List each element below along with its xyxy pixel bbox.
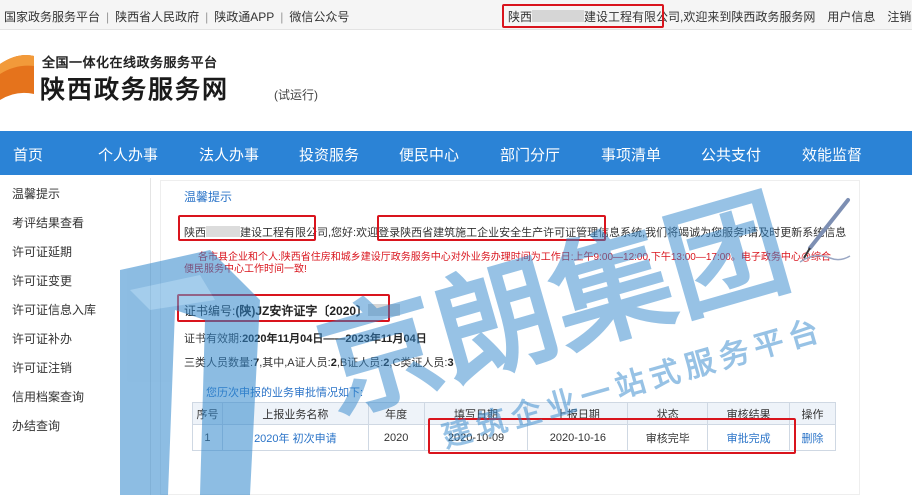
highlight-box-certificate: [177, 294, 390, 322]
nav-departments[interactable]: 部门分厅: [500, 144, 560, 165]
nav-payment[interactable]: 公共支付: [701, 144, 761, 165]
sidebar-item-evaluation[interactable]: 考评结果查看: [12, 214, 84, 231]
sidebar-item-extension[interactable]: 许可证延期: [12, 243, 72, 260]
nav-personal[interactable]: 个人办事: [98, 144, 158, 165]
col-header-action: 操作: [789, 402, 836, 425]
staff-count: 三类人员数量:7,其中,A证人员:2,B证人员:2,C类证人员:3: [184, 357, 454, 369]
separator: |: [280, 10, 284, 24]
top-links: 国家政务服务平台 | 陕西省人民政府 | 陕政通APP | 微信公众号: [4, 8, 349, 25]
user-info-link[interactable]: 用户信息: [827, 10, 875, 24]
nav-item-list[interactable]: 事项清单: [601, 144, 661, 165]
certificate-validity: 证书有效期:2020年11月04日——2023年11月04日: [184, 333, 427, 345]
sidebar-item-credit[interactable]: 信用档案查询: [12, 388, 84, 405]
sidebar-item-storage[interactable]: 许可证信息入库: [12, 301, 96, 318]
delete-link[interactable]: 删除: [789, 424, 836, 451]
main-nav: 首页 个人办事 法人办事 投资服务 便民中心 部门分厅 事项清单 公共支付 效能…: [0, 131, 912, 175]
sidebar-item-completed[interactable]: 办结查询: [12, 417, 60, 434]
content-title: 温馨提示: [184, 190, 233, 204]
site-title[interactable]: 陕西政务服务网: [40, 70, 229, 106]
pen-decoration-icon: [799, 198, 851, 263]
trial-label: (试运行): [274, 88, 318, 102]
highlight-box-company: [178, 215, 316, 241]
col-header-index: 序号: [192, 402, 223, 425]
nav-supervision[interactable]: 效能监督: [802, 144, 862, 165]
cell-year: 2020: [367, 424, 425, 451]
cell-business-link[interactable]: 2020年 初次申请: [221, 424, 369, 451]
highlight-box-dates: [428, 418, 796, 454]
col-header-business: 上报业务名称: [221, 402, 369, 425]
top-link-app[interactable]: 陕政通APP: [214, 10, 274, 24]
top-link-national-platform[interactable]: 国家政务服务平台: [4, 10, 100, 24]
top-link-provincial-government[interactable]: 陕西省人民政府: [115, 10, 199, 24]
highlight-box-top-company: [502, 4, 664, 28]
sidebar-item-change[interactable]: 许可证变更: [12, 272, 72, 289]
highlight-box-system: [377, 215, 606, 241]
top-bar: 国家政务服务平台 | 陕西省人民政府 | 陕政通APP | 微信公众号 陕西 建设工程有限公司…: [0, 0, 912, 30]
sidebar: 温馨提示 考评结果查看 许可证延期 许可证变更 许可证信息入库 许可证补办 许可…: [0, 175, 150, 495]
separator: |: [106, 10, 110, 24]
col-header-year: 年度: [367, 402, 425, 425]
sidebar-item-reissue[interactable]: 许可证补办: [12, 330, 72, 347]
nav-legal-entity[interactable]: 法人办事: [199, 144, 259, 165]
platform-subtitle: 全国一体化在线政务服务平台: [42, 55, 218, 70]
notice-text-line2: 便民服务中心工作时间一致!: [184, 264, 307, 275]
nav-home[interactable]: 首页: [13, 144, 43, 165]
top-link-wechat[interactable]: 微信公众号: [289, 10, 349, 24]
separator: |: [205, 10, 209, 24]
sidebar-item-notice[interactable]: 温馨提示: [12, 185, 60, 202]
welcome-text: 欢迎来到陕西政务服务网: [683, 10, 816, 24]
sidebar-item-cancel[interactable]: 许可证注销: [12, 359, 72, 376]
logout-link[interactable]: 注销: [887, 10, 911, 24]
nav-investment[interactable]: 投资服务: [299, 144, 359, 165]
history-heading: 您历次申报的业务审批情况如下:: [206, 387, 364, 399]
logo-mark-icon: [0, 55, 34, 100]
sidebar-divider: [150, 178, 151, 495]
nav-convenience[interactable]: 便民中心: [399, 144, 459, 165]
cell-index: 1: [192, 424, 223, 451]
